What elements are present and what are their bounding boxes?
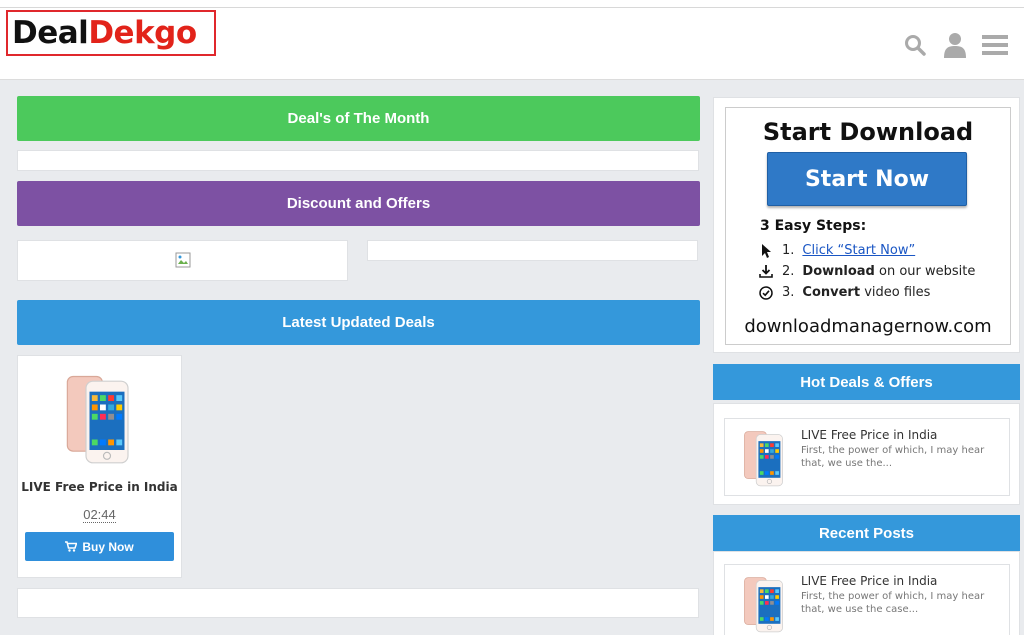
ad-step-1: 1. Click “Start Now”: [758, 243, 915, 258]
discount-offers-heading: Discount and Offers: [17, 181, 700, 226]
start-now-button[interactable]: Start Now: [767, 152, 967, 206]
ad-step-3-rest: video files: [864, 285, 931, 300]
ad-step-3-number: 3.: [782, 285, 795, 300]
deals-of-month-heading: Deal's of The Month: [17, 96, 700, 141]
hot-deals-heading: Hot Deals & Offers: [713, 364, 1020, 400]
user-icon[interactable]: [942, 32, 968, 58]
ad-step-3-bold: Convert: [802, 285, 861, 300]
recent-post-thumbnail[interactable]: [737, 573, 793, 635]
search-icon[interactable]: [902, 32, 928, 58]
ad-step-2-number: 2.: [782, 264, 795, 279]
buy-now-button[interactable]: Buy Now: [25, 532, 174, 561]
product-time: 02:44: [18, 507, 181, 523]
ad-step-2-rest: on our website: [879, 264, 976, 279]
ad-steps-heading: 3 Easy Steps:: [760, 218, 867, 234]
menu-icon[interactable]: [982, 32, 1008, 58]
recent-post-excerpt: First, the power of which, I may hear th…: [801, 591, 985, 615]
header-icons: [902, 32, 1008, 58]
bottom-content-box: [17, 588, 699, 618]
product-time-value: 02:44: [83, 507, 116, 523]
browser-edge: [0, 0, 1024, 8]
ad-step-1-number: 1.: [782, 243, 795, 258]
hot-deal-thumbnail[interactable]: [737, 427, 793, 489]
ad-step-1-link[interactable]: Click “Start Now”: [802, 243, 915, 258]
check-circle-icon: [758, 285, 774, 300]
hot-deal-post[interactable]: LIVE Free Price in India First, the powe…: [724, 418, 1010, 496]
recent-post-title[interactable]: LIVE Free Price in India: [801, 574, 937, 588]
recent-posts-widget: LIVE Free Price in India First, the powe…: [713, 551, 1020, 635]
product-image[interactable]: [44, 364, 156, 472]
hot-deal-excerpt: First, the power of which, I may hear th…: [801, 445, 985, 469]
download-ad: Start Download Start Now 3 Easy Steps: 1…: [713, 97, 1020, 353]
product-title[interactable]: LIVE Free Price in India: [18, 480, 181, 494]
recent-post[interactable]: LIVE Free Price in India First, the powe…: [724, 564, 1010, 635]
broken-image-icon: [175, 252, 191, 273]
logo-text-deal: Deal: [12, 15, 89, 51]
site-header: Deal Dekgo: [0, 0, 1024, 80]
latest-updated-deals-heading: Latest Updated Deals: [17, 300, 700, 345]
ad-url: downloadmanagernow.com: [744, 316, 992, 337]
ad-step-2-bold: Download: [802, 264, 875, 279]
download-icon: [758, 265, 774, 278]
ad-frame[interactable]: Start Download Start Now 3 Easy Steps: 1…: [725, 107, 1011, 345]
site-logo[interactable]: Deal Dekgo: [6, 10, 216, 56]
ad-step-2: 2. Download on our website: [758, 264, 975, 279]
offer-banner-right[interactable]: [367, 240, 698, 261]
hot-deals-widget: LIVE Free Price in India First, the powe…: [713, 403, 1020, 505]
cart-icon: [65, 541, 78, 552]
hot-deal-title[interactable]: LIVE Free Price in India: [801, 428, 937, 442]
buy-now-label: Buy Now: [82, 539, 134, 554]
recent-posts-heading: Recent Posts: [713, 515, 1020, 551]
product-card: LIVE Free Price in India 02:44 Buy Now: [17, 355, 182, 578]
offer-banner-left[interactable]: [17, 240, 348, 281]
deals-of-month-content: [17, 150, 699, 171]
cursor-icon: [758, 243, 774, 258]
logo-text-dekgo: Dekgo: [88, 15, 197, 51]
ad-title: Start Download: [762, 118, 974, 146]
ad-step-3: 3. Convert video files: [758, 285, 930, 300]
